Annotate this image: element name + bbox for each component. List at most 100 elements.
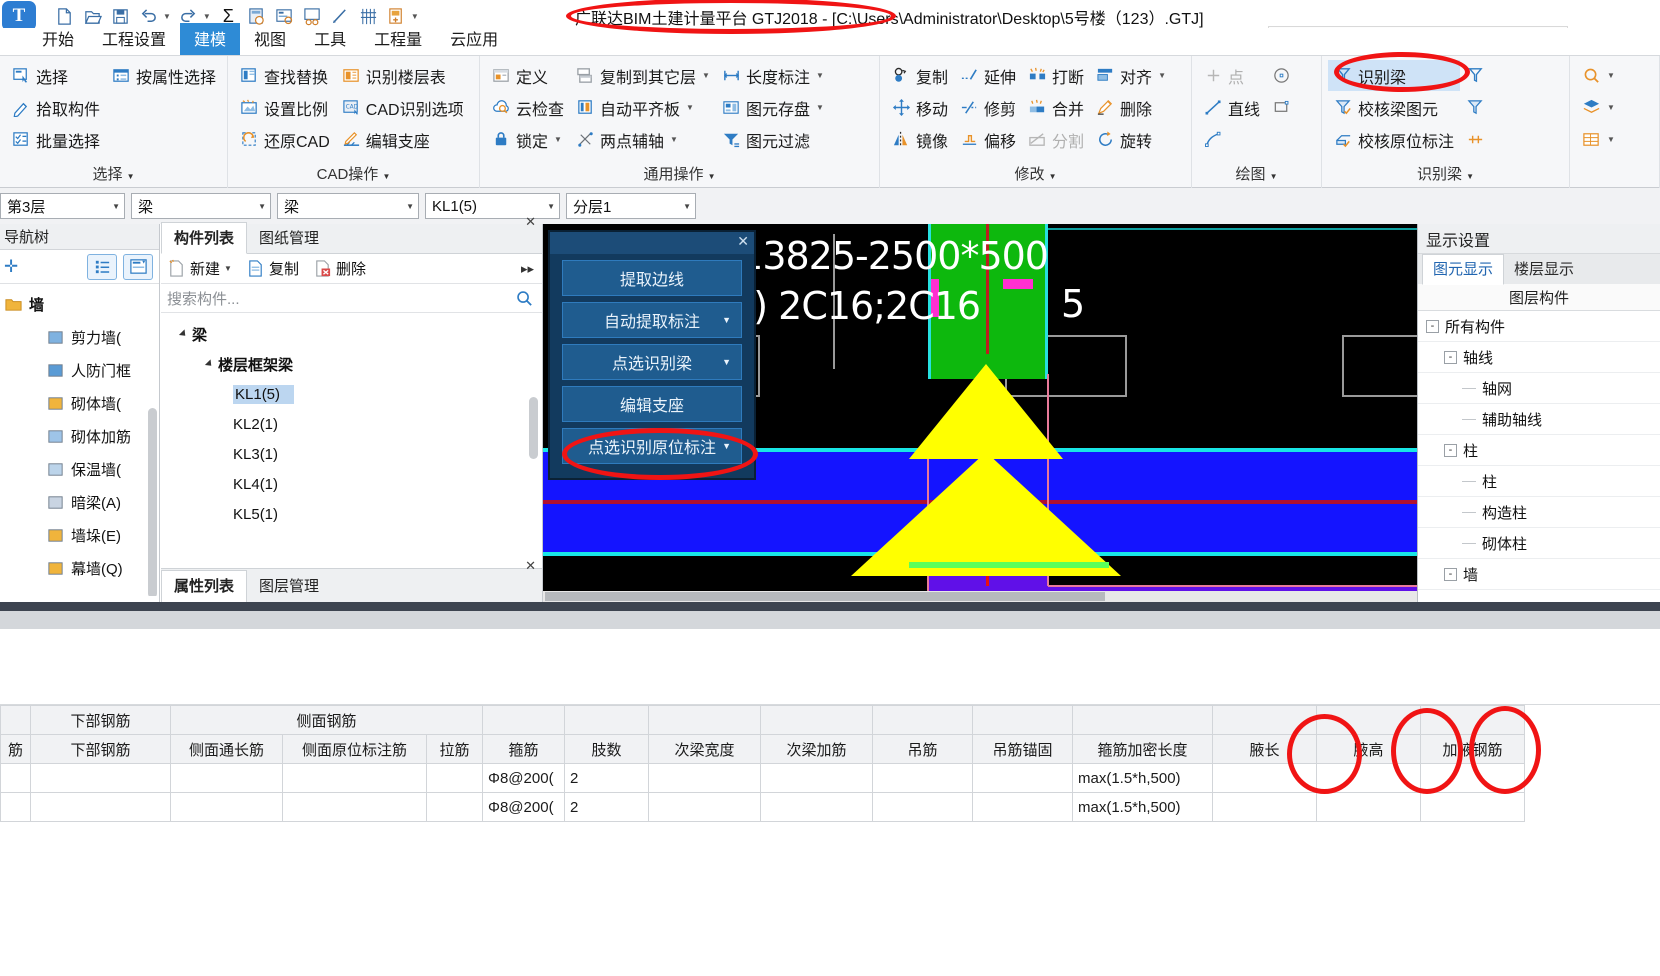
table-row[interactable]: Φ8@200(2 max(1.5*h,500) bbox=[0, 792, 1525, 822]
ribbon-item-check-original-annotation[interactable]: 校核原位标注 bbox=[1328, 124, 1460, 155]
display-settings-tab-0[interactable]: 图元显示 bbox=[1422, 254, 1505, 285]
menu-tab-4[interactable]: 工具 bbox=[300, 23, 360, 55]
beam-rebar-grid[interactable]: 下部钢筋 侧面钢筋筋下部钢筋 侧面通长筋 侧面原位标注筋 拉筋 箍筋 肢数 次梁宽度 次梁加筋吊… bbox=[0, 705, 1660, 976]
table-cell[interactable] bbox=[1420, 792, 1525, 822]
ribbon-item-blank[interactable] bbox=[1266, 124, 1297, 155]
ribbon-item-circle[interactable] bbox=[1266, 60, 1297, 91]
display-settings-row-4[interactable]: -柱 bbox=[1418, 435, 1660, 466]
chevron-down-icon[interactable]: ▼ bbox=[1049, 172, 1057, 181]
ribbon-item-cad-recognize-options[interactable]: CAD CAD识别选项 bbox=[336, 92, 470, 123]
table-header-13[interactable]: 腋高 bbox=[1316, 734, 1421, 764]
ribbon-item-break[interactable]: 打断 bbox=[1022, 60, 1090, 91]
table-header-14[interactable]: 加腋钢筋 bbox=[1420, 734, 1525, 764]
display-settings-row-2[interactable]: 轴网 bbox=[1418, 373, 1660, 404]
chevron-down-icon[interactable]: ▼ bbox=[554, 135, 562, 144]
table-cell[interactable] bbox=[1212, 792, 1317, 822]
table-cell[interactable]: Φ8@200( bbox=[482, 792, 565, 822]
component-tool-delete-component[interactable]: 删除 bbox=[313, 258, 366, 279]
display-settings-row-3[interactable]: 辅助轴线 bbox=[1418, 404, 1660, 435]
chevron-down-icon[interactable]: ▼ bbox=[816, 103, 824, 112]
chevron-down-icon[interactable]: ▼ bbox=[670, 135, 678, 144]
ribbon-item-select[interactable]: 选择 bbox=[6, 60, 106, 91]
display-settings-row-0[interactable]: - 所有构件 bbox=[1418, 311, 1660, 342]
ribbon-item-beam-tool2[interactable] bbox=[1460, 92, 1491, 123]
table-header-3[interactable]: 侧面原位标注筋 bbox=[282, 734, 427, 764]
nav-item-6[interactable]: 墙垛(E) bbox=[2, 519, 159, 552]
dialog-button-4[interactable]: 点选识别原位标注 ▼ bbox=[562, 428, 742, 464]
menu-tab-1[interactable]: 工程设置 bbox=[88, 23, 180, 55]
component-tree-node-6[interactable]: KL5(1) bbox=[167, 499, 542, 529]
table-cell[interactable] bbox=[872, 763, 973, 793]
ribbon-item-copy-to-other-floor[interactable]: 复制到其它层 ▼ bbox=[570, 60, 716, 91]
component-footer-tab-1[interactable]: 图层管理 bbox=[247, 571, 331, 602]
chevron-down-icon[interactable]: ▼ bbox=[722, 441, 731, 451]
component-tree-node-3[interactable]: KL2(1) bbox=[167, 409, 542, 439]
ribbon-item-lock[interactable]: 锁定 ▼ bbox=[486, 124, 570, 155]
collapse-icon[interactable]: - bbox=[1444, 350, 1457, 364]
chevron-down-icon[interactable]: ▼ bbox=[547, 202, 555, 211]
table-header-8[interactable]: 次梁加筋 bbox=[760, 734, 873, 764]
table-cell[interactable] bbox=[648, 792, 761, 822]
table-cell[interactable] bbox=[760, 792, 873, 822]
ribbon-item-merge[interactable]: 合并 bbox=[1022, 92, 1090, 123]
display-settings-row-8[interactable]: -墙 bbox=[1418, 559, 1660, 590]
chevron-down-icon[interactable]: ▼ bbox=[1158, 71, 1166, 80]
component-tree-node-0[interactable]: 梁 bbox=[167, 319, 542, 349]
component-footer-tab-0[interactable]: 属性列表 bbox=[161, 570, 248, 603]
table-cell[interactable] bbox=[282, 763, 427, 793]
menu-tab-6[interactable]: 云应用 bbox=[436, 23, 512, 55]
chevron-down-icon[interactable]: ▼ bbox=[127, 172, 135, 181]
display-settings-row-5[interactable]: 柱 bbox=[1418, 466, 1660, 497]
nav-item-1[interactable]: 人防门框 bbox=[2, 354, 159, 387]
close-footer-icon[interactable]: ✕ bbox=[525, 558, 536, 574]
table-cell[interactable] bbox=[872, 792, 973, 822]
chevron-down-icon[interactable]: ▼ bbox=[1607, 71, 1615, 80]
ribbon-item-batch-select[interactable]: 批量选择 bbox=[6, 124, 106, 155]
ribbon-item-restore-cad[interactable]: 还原CAD bbox=[234, 124, 336, 155]
ribbon-item-align[interactable]: 对齐 ▼ bbox=[1090, 60, 1172, 91]
dialog-button-2[interactable]: 点选识别梁 ▼ bbox=[562, 344, 742, 380]
table-cell[interactable] bbox=[760, 763, 873, 793]
table-cell[interactable] bbox=[0, 763, 31, 793]
nav-item-2[interactable]: 砌体墙( bbox=[2, 387, 159, 420]
ribbon-item-search-tool[interactable]: ▼ bbox=[1576, 60, 1621, 91]
ribbon-item-beam-tool3[interactable] bbox=[1460, 124, 1491, 155]
display-settings-tab-1[interactable]: 楼层显示 bbox=[1504, 255, 1584, 284]
ribbon-group-title[interactable]: 修改 ▼ bbox=[886, 163, 1185, 188]
table-cell[interactable]: 2 bbox=[564, 763, 649, 793]
table-header-2[interactable]: 侧面通长筋 bbox=[170, 734, 283, 764]
ribbon-item-element-save[interactable]: 图元存盘 ▼ bbox=[716, 92, 830, 123]
table-cell[interactable] bbox=[426, 763, 483, 793]
ribbon-item-set-scale[interactable]: 设置比例 bbox=[234, 92, 336, 123]
overflow-icon[interactable]: ▼ bbox=[411, 12, 419, 21]
component-tool-copy-component[interactable]: 复制 bbox=[246, 258, 299, 279]
ribbon-group-title[interactable]: 通用操作 ▼ bbox=[486, 163, 873, 188]
dialog-button-1[interactable]: 自动提取标注 ▼ bbox=[562, 302, 742, 338]
table-header-7[interactable]: 次梁宽度 bbox=[648, 734, 761, 764]
expander-icon[interactable] bbox=[204, 359, 215, 369]
menu-tab-3[interactable]: 视图 bbox=[240, 23, 300, 55]
menu-tab-5[interactable]: 工程量 bbox=[360, 23, 436, 55]
component-tree-scrollbar-thumb[interactable] bbox=[529, 397, 538, 459]
ribbon-item-two-point-aux-axis[interactable]: 两点辅轴 ▼ bbox=[570, 124, 716, 155]
ribbon-item-line[interactable]: 直线 bbox=[1198, 92, 1266, 123]
table-header-11[interactable]: 箍筋加密长度 bbox=[1072, 734, 1213, 764]
table-header-6[interactable]: 肢数 bbox=[564, 734, 649, 764]
ribbon-item-layer-tool[interactable]: ▼ bbox=[1576, 92, 1621, 123]
ribbon-item-element-filter[interactable]: 图元过滤 bbox=[716, 124, 830, 155]
display-settings-row-7[interactable]: 砌体柱 bbox=[1418, 528, 1660, 559]
chevron-down-icon[interactable]: ▼ bbox=[112, 202, 120, 211]
layer-select[interactable]: 分层1 ▼ bbox=[566, 193, 696, 219]
table-cell[interactable] bbox=[1316, 763, 1421, 793]
ribbon-item-curve[interactable] bbox=[1198, 124, 1266, 155]
ribbon-item-find-replace[interactable]: 查找替换 bbox=[234, 60, 336, 91]
ribbon-item-define[interactable]: 定义 bbox=[486, 60, 570, 91]
ribbon-item-edit-support[interactable]: 编辑支座 bbox=[336, 124, 470, 155]
nav-item-5[interactable]: 暗梁(A) bbox=[2, 486, 159, 519]
table-cell[interactable] bbox=[0, 792, 31, 822]
chevron-down-icon[interactable]: ▼ bbox=[382, 172, 390, 181]
table-cell[interactable] bbox=[30, 792, 171, 822]
dialog-button-0[interactable]: 提取边线 bbox=[562, 260, 742, 296]
chevron-down-icon[interactable]: ▼ bbox=[683, 202, 691, 211]
close-icon[interactable]: ✕ bbox=[525, 214, 536, 230]
